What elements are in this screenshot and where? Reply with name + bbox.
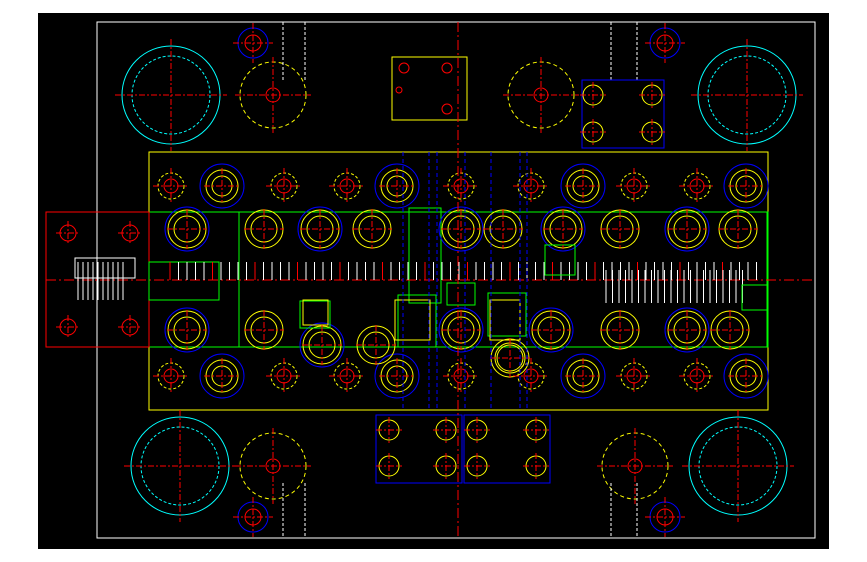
pin-hole (395, 86, 403, 94)
pin-hole (441, 62, 453, 74)
pin-hole (398, 62, 410, 74)
center-insert (408, 207, 442, 304)
pin-hole (441, 103, 453, 115)
strip-layout (46, 244, 815, 374)
form-station (741, 284, 768, 311)
strip-section (148, 261, 220, 301)
stripper-plate (45, 207, 769, 348)
die-button (489, 299, 521, 341)
strip-stock (74, 257, 136, 279)
die-button (394, 299, 431, 341)
die-button (302, 299, 329, 326)
form-station (446, 282, 476, 306)
die-drawing (45, 21, 816, 539)
top-label-block (391, 56, 468, 121)
cad-canvas (38, 13, 829, 549)
